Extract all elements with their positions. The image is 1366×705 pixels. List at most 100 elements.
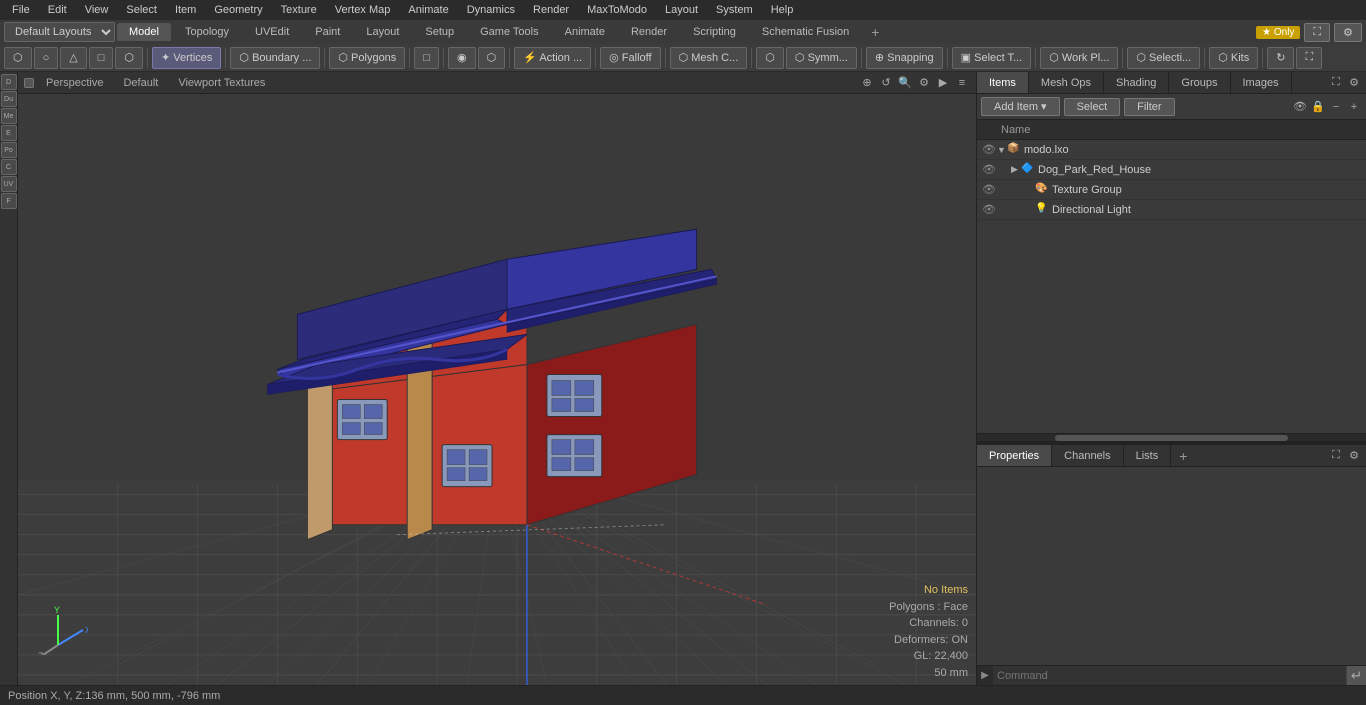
layout-tab-schematic[interactable]: Schematic Fusion — [750, 23, 861, 41]
rotate2-btn[interactable]: ↻ — [1267, 47, 1294, 69]
layout-tab-setup[interactable]: Setup — [413, 23, 466, 41]
action-btn[interactable]: ⚡ Action ... — [514, 47, 591, 69]
left-tool-1[interactable]: D — [1, 74, 17, 90]
fullscreen-icon[interactable]: ⛶ — [1304, 23, 1330, 42]
tab-properties[interactable]: Properties — [977, 445, 1052, 466]
viewport-textures-label[interactable]: Viewport Textures — [170, 76, 273, 90]
tab-mesh-ops[interactable]: Mesh Ops — [1029, 72, 1104, 93]
falloff-btn[interactable]: ◎ Falloff — [600, 47, 660, 69]
viewport[interactable]: Perspective Default Viewport Textures ⊕ … — [18, 72, 976, 685]
arrow-modo[interactable]: ▼ — [997, 145, 1007, 155]
menu-vertex-map[interactable]: Vertex Map — [327, 2, 399, 18]
scene-area[interactable]: X Y Z No Items Polygons : Face Channels:… — [18, 94, 976, 685]
left-tool-3[interactable]: Me — [1, 108, 17, 124]
mesh-btn[interactable]: ⬡ Mesh C... — [670, 47, 748, 69]
vertices-btn[interactable]: ✦ Vertices — [152, 47, 221, 69]
items-minus-icon[interactable]: − — [1328, 99, 1344, 115]
left-tool-2[interactable]: Du — [1, 91, 17, 107]
vp-ctrl-2[interactable]: ↺ — [878, 75, 894, 91]
layout-tab-render[interactable]: Render — [619, 23, 679, 41]
polygons-btn[interactable]: ⬡ Polygons — [329, 47, 405, 69]
default-label[interactable]: Default — [115, 76, 166, 90]
command-input[interactable] — [993, 666, 1346, 685]
item-row-texture[interactable]: 👁 🎨 Texture Group — [977, 180, 1366, 200]
vp-ctrl-5[interactable]: ▶ — [935, 75, 951, 91]
layout-tab-layout[interactable]: Layout — [354, 23, 411, 41]
vp-ctrl-4[interactable]: ⚙ — [916, 75, 932, 91]
menu-maxtomodo[interactable]: MaxToModo — [579, 2, 655, 18]
tri-mode-btn[interactable]: △ — [60, 47, 86, 69]
tab-images[interactable]: Images — [1231, 72, 1292, 93]
items-lock-icon[interactable]: 🔒 — [1310, 99, 1326, 115]
items-list[interactable]: 👁 ▼ 📦 modo.lxo 👁 ▶ 🔷 Dog_Park_Red_House — [977, 140, 1366, 433]
mode1-btn[interactable]: ◉ — [448, 47, 476, 69]
menu-file[interactable]: File — [4, 2, 38, 18]
layout-dropdown[interactable]: Default Layouts — [4, 22, 115, 42]
items-filter-button[interactable]: Filter — [1124, 98, 1174, 116]
arrow-dog[interactable]: ▶ — [1011, 164, 1021, 175]
menu-help[interactable]: Help — [763, 2, 802, 18]
tab-shading[interactable]: Shading — [1104, 72, 1169, 93]
edge-btn[interactable]: □ — [414, 47, 439, 69]
vp-ctrl-6[interactable]: ≡ — [954, 75, 970, 91]
tab-lists[interactable]: Lists — [1124, 445, 1172, 466]
left-tool-4[interactable]: E — [1, 125, 17, 141]
layout-tab-game-tools[interactable]: Game Tools — [468, 23, 551, 41]
menu-view[interactable]: View — [77, 2, 117, 18]
boundary-btn[interactable]: ⬡ Boundary ... — [230, 47, 320, 69]
tab-expand-icon[interactable]: ⛶ — [1328, 75, 1344, 91]
cmd-go-button[interactable]: ↵ — [1346, 666, 1366, 685]
menu-geometry[interactable]: Geometry — [206, 2, 270, 18]
snapping-btn[interactable]: ⊕ Snapping — [866, 47, 943, 69]
left-tool-7[interactable]: UV — [1, 176, 17, 192]
tab-groups[interactable]: Groups — [1169, 72, 1230, 93]
workplane-btn[interactable]: ⬡ Work Pl... — [1040, 47, 1118, 69]
menu-layout[interactable]: Layout — [657, 2, 706, 18]
menu-select[interactable]: Select — [118, 2, 165, 18]
cmd-arrow[interactable]: ▶ — [977, 666, 993, 685]
tab-settings-icon[interactable]: ⚙ — [1346, 75, 1362, 91]
menu-dynamics[interactable]: Dynamics — [459, 2, 523, 18]
sym-btn[interactable]: ⬡ — [756, 47, 784, 69]
left-tool-8[interactable]: F — [1, 193, 17, 209]
eye-icon-dog[interactable]: 👁 — [981, 162, 997, 178]
mode2-btn[interactable]: ⬡ — [478, 47, 506, 69]
menu-item[interactable]: Item — [167, 2, 204, 18]
item-row-modo-lxo[interactable]: 👁 ▼ 📦 modo.lxo — [977, 140, 1366, 160]
quad-mode-btn[interactable]: □ — [89, 47, 114, 69]
layout-tab-model[interactable]: Model — [117, 23, 171, 41]
tab-items[interactable]: Items — [977, 72, 1029, 93]
fullscreen3-btn[interactable]: ⛶ — [1296, 47, 1322, 69]
item-row-light[interactable]: 👁 💡 Directional Light — [977, 200, 1366, 220]
layout-tab-animate[interactable]: Animate — [553, 23, 617, 41]
kits-btn[interactable]: ⬡ Kits — [1209, 47, 1258, 69]
items-scrollbar[interactable] — [977, 433, 1366, 441]
ngon-mode-btn[interactable]: ⬡ — [115, 47, 143, 69]
eye-icon-modo[interactable]: 👁 — [981, 142, 997, 158]
scroll-thumb[interactable] — [1055, 435, 1288, 441]
select-t-btn[interactable]: ▣ Select T... — [952, 47, 1032, 69]
layout-tab-topology[interactable]: Topology — [173, 23, 241, 41]
menu-animate[interactable]: Animate — [400, 2, 456, 18]
layout-tab-scripting[interactable]: Scripting — [681, 23, 748, 41]
component-mode-btn[interactable]: ⬡ — [4, 47, 32, 69]
tab-channels[interactable]: Channels — [1052, 445, 1123, 466]
vp-ctrl-3[interactable]: 🔍 — [897, 75, 913, 91]
menu-texture[interactable]: Texture — [273, 2, 325, 18]
left-tool-6[interactable]: C — [1, 159, 17, 175]
vp-ctrl-1[interactable]: ⊕ — [859, 75, 875, 91]
layout-tab-paint[interactable]: Paint — [303, 23, 352, 41]
bottom-expand-icon[interactable]: ⛶ — [1328, 448, 1344, 464]
selection-btn[interactable]: ⬡ Selecti... — [1127, 47, 1200, 69]
layout-add-tab[interactable]: + — [863, 21, 887, 43]
layout-tab-uvedit[interactable]: UVEdit — [243, 23, 301, 41]
items-plus-icon[interactable]: + — [1346, 99, 1362, 115]
eye-icon-light[interactable]: 👁 — [981, 202, 997, 218]
menu-render[interactable]: Render — [525, 2, 577, 18]
symm-btn[interactable]: ⬡ Symm... — [786, 47, 857, 69]
left-tool-5[interactable]: Po — [1, 142, 17, 158]
item-row-dog-park[interactable]: 👁 ▶ 🔷 Dog_Park_Red_House — [977, 160, 1366, 180]
settings-icon[interactable]: ⚙ — [1334, 23, 1362, 42]
menu-edit[interactable]: Edit — [40, 2, 75, 18]
sphere-mode-btn[interactable]: ○ — [34, 47, 59, 69]
